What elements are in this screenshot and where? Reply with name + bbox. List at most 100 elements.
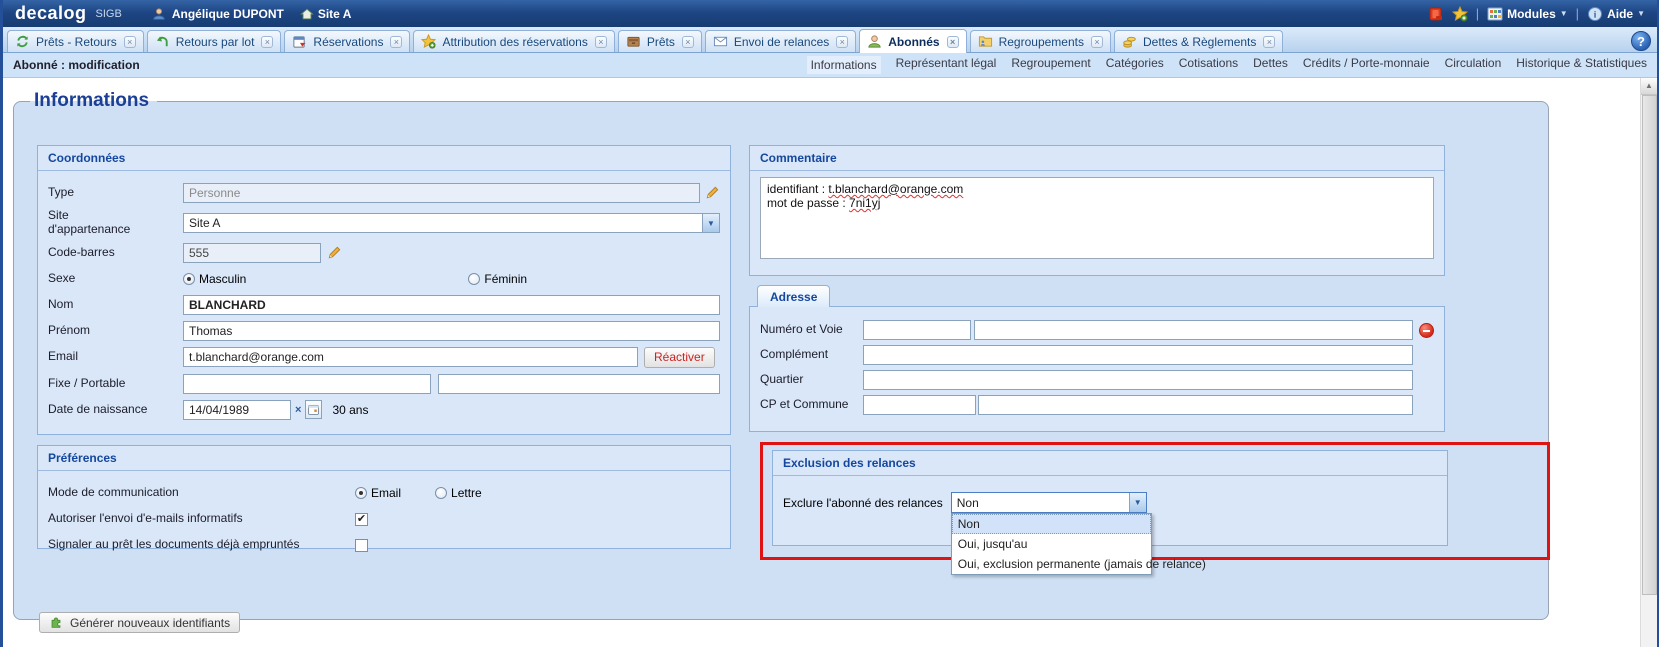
fixe-field[interactable] [183,374,431,394]
modules-menu[interactable]: Modules ▼ [1487,6,1568,22]
comment-textarea[interactable]: identifiant : t.blanchard@orange.com mot… [760,177,1434,259]
info-icon: i [1587,6,1603,22]
cp-input[interactable] [863,395,976,415]
exclusion-select[interactable]: Non ▼ Non Oui, jusqu'au Oui, exclusion p… [951,492,1147,513]
generate-credentials-label: Générer nouveaux identifiants [70,616,230,630]
close-tab-icon[interactable]: × [836,36,848,48]
close-tab-icon[interactable]: × [124,36,136,48]
scroll-up-icon[interactable]: ▲ [1641,78,1657,95]
calendar-icon[interactable] [305,400,322,419]
dropdown-arrow-icon[interactable]: ▼ [702,214,719,232]
coordonnees-title: Coordonnées [38,146,730,171]
help-icon[interactable]: ? [1631,31,1651,51]
tab-prets-retours[interactable]: Prêts - Retours × [7,30,144,52]
logout-icon[interactable] [1428,6,1444,22]
generate-credentials-button[interactable]: Générer nouveaux identifiants [39,612,240,633]
tab-label: Prêts - Retours [36,35,117,49]
envelope-icon [713,34,729,50]
subnav-link-categories[interactable]: Catégories [1106,56,1164,74]
tab-regroupements[interactable]: Regroupements × [970,30,1111,52]
voie-input[interactable] [974,320,1413,340]
aide-menu[interactable]: i Aide ▼ [1587,6,1645,22]
tab-abonnes[interactable]: Abonnés × [859,29,966,53]
home-icon [300,7,314,21]
close-tab-icon[interactable]: × [682,36,694,48]
subnav-link-regroupement[interactable]: Regroupement [1011,56,1090,74]
chevron-down-icon: ▼ [1637,9,1645,18]
person-icon [867,34,883,50]
scrollbar-thumb[interactable] [1642,95,1657,595]
tab-attribution-reservations[interactable]: Attribution des réservations × [413,30,614,52]
sexe-masculin-label: Masculin [199,272,246,286]
dropdown-arrow-icon[interactable]: ▼ [1129,493,1146,512]
vertical-scrollbar[interactable]: ▲ [1640,78,1657,647]
signaler-checkbox[interactable] [355,539,368,552]
tab-dettes-reglements[interactable]: Dettes & Règlements × [1114,30,1283,52]
tab-label: Réservations [313,35,383,49]
subnav-link-informations[interactable]: Informations [807,56,881,74]
close-tab-icon[interactable]: × [1263,36,1275,48]
tab-prets[interactable]: Prêts × [618,30,702,52]
commentaire-title: Commentaire [750,146,1444,171]
current-site[interactable]: Site A [300,7,352,21]
portable-field[interactable] [438,374,720,394]
exclusion-title: Exclusion des relances [773,451,1447,476]
subnav-link-cotisations[interactable]: Cotisations [1179,56,1238,74]
mode-communication-label: Mode de communication [48,486,320,500]
subnav-link-dettes[interactable]: Dettes [1253,56,1288,74]
numero-voie-label: Numéro et Voie [760,323,855,337]
coordonnees-box: Coordonnées Type Site d'appartenance Sit… [37,145,731,435]
tab-label: Attribution des réservations [442,35,587,49]
email-field[interactable] [183,347,638,367]
pencil-icon[interactable] [327,245,343,261]
puzzle-icon [49,615,65,631]
remove-address-icon[interactable] [1419,323,1434,338]
dropdown-option-non[interactable]: Non [952,514,1151,534]
subnav-link-credits-porte-monnaie[interactable]: Crédits / Porte-monnaie [1303,56,1430,74]
close-tab-icon[interactable]: × [261,36,273,48]
quartier-input[interactable] [863,370,1413,390]
close-tab-icon[interactable]: × [1091,36,1103,48]
nom-label: Nom [48,298,148,312]
reservation-calendar-icon [292,34,308,50]
mode-email-radio[interactable] [355,487,367,499]
emails-info-checkbox[interactable]: ✔ [355,513,368,526]
tab-label: Regroupements [999,35,1084,49]
dropdown-option-oui-permanente[interactable]: Oui, exclusion permanente (jamais de rel… [952,554,1151,574]
complement-input[interactable] [863,345,1413,365]
current-user[interactable]: Angélique DUPONT [172,7,284,21]
tab-label: Envoi de relances [734,35,829,49]
nom-field[interactable] [183,295,720,315]
coins-icon [1122,34,1138,50]
email-label: Email [48,350,148,364]
subnav-link-circulation[interactable]: Circulation [1445,56,1502,74]
main-content: Informations Coordonnées Type Site d'app… [3,78,1657,647]
barcode-label: Code-barres [48,246,148,260]
pencil-icon[interactable] [705,185,720,201]
numero-input[interactable] [863,320,971,340]
clear-icon[interactable]: × [295,404,301,416]
mode-lettre-radio[interactable] [435,487,447,499]
birthdate-field[interactable] [183,400,291,420]
sexe-feminin-radio[interactable] [468,273,480,285]
commune-input[interactable] [978,395,1413,415]
close-tab-icon[interactable]: × [390,36,402,48]
sexe-feminin-label: Féminin [484,272,527,286]
close-tab-icon[interactable]: × [595,36,607,48]
current-site-label: Site A [318,7,352,21]
reactiver-button[interactable]: Réactiver [644,347,715,368]
adresse-box: Numéro et Voie Complément Quartier CP et… [749,306,1445,432]
dropdown-option-oui-jusquau[interactable]: Oui, jusqu'au [952,534,1151,554]
subnav-link-historique-statistiques[interactable]: Historique & Statistiques [1516,56,1647,74]
close-tab-icon[interactable]: × [947,36,959,48]
tab-envoi-relances[interactable]: Envoi de relances × [705,30,856,52]
favorites-add-icon[interactable] [1452,6,1468,22]
site-select[interactable]: Site A ▼ [183,213,720,233]
tab-retours-par-lot[interactable]: Retours par lot × [147,30,282,52]
prenom-field[interactable] [183,321,720,341]
subnav-link-representant-legal[interactable]: Représentant légal [896,56,997,74]
tab-label: Prêts [647,35,675,49]
tab-adresse[interactable]: Adresse [757,285,830,307]
tab-reservations[interactable]: Réservations × [284,30,410,52]
sexe-masculin-radio[interactable] [183,273,195,285]
